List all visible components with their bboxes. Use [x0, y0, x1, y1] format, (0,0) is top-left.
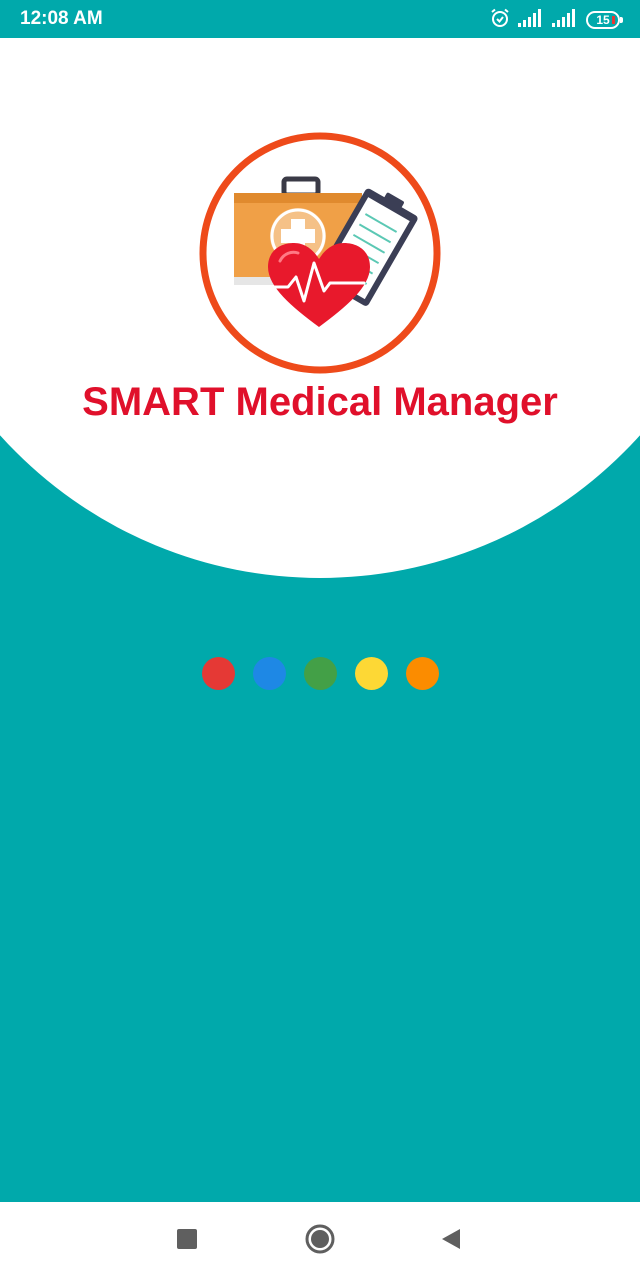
loading-dot-blue: [253, 657, 286, 690]
home-circle-icon: [304, 1223, 336, 1260]
back-triangle-icon: [441, 1228, 461, 1255]
recents-button[interactable]: [170, 1202, 204, 1280]
navigation-bar: [0, 1202, 640, 1280]
back-button[interactable]: [436, 1202, 466, 1280]
loading-dot-orange: [406, 657, 439, 690]
battery-icon: 15: [586, 11, 623, 29]
recents-square-icon: [177, 1228, 197, 1254]
status-icons: 15: [490, 8, 623, 33]
signal-icon: [518, 8, 544, 32]
status-time: 12:08 AM: [20, 8, 103, 29]
battery-level: 15: [596, 13, 610, 27]
app-logo: [198, 131, 442, 375]
signal-icon: [552, 8, 578, 32]
app-title: SMART Medical Manager: [82, 380, 558, 424]
home-button[interactable]: [300, 1202, 340, 1280]
alarm-icon: [490, 8, 510, 33]
loading-dot-green: [304, 657, 337, 690]
loading-indicator: [202, 657, 439, 690]
loading-dot-red: [202, 657, 235, 690]
status-bar: 12:08 AM 15: [0, 0, 640, 38]
loading-dot-yellow: [355, 657, 388, 690]
